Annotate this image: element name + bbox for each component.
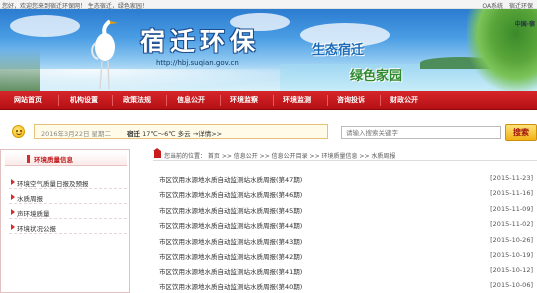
slogan-green-home: 绿色家园: [350, 69, 403, 84]
news-title[interactable]: 市区饮用水源地水质自动监测站水质周报(第42期): [159, 251, 302, 261]
smiley-icon: [12, 125, 25, 138]
weather-text: 17℃～6℃ 多云: [142, 130, 191, 138]
sidebar-item-bulletin[interactable]: 环境状况公报: [9, 222, 127, 234]
list-item[interactable]: 市区饮用水源地水质自动监测站水质周报(第47期) [2015-11-23]: [153, 169, 537, 185]
list-item[interactable]: 市区饮用水源地水质自动监测站水质周报(第46期) [2015-11-16]: [153, 184, 537, 200]
nav-item-complaint[interactable]: 咨询投诉: [337, 91, 365, 110]
list-item[interactable]: 市区饮用水源地水质自动监测站水质周报(第42期) [2015-10-19]: [153, 246, 537, 262]
main-content: 您当前的位置： 首页 >> 信息公开 >> 信息公开目录 >> 环境质量信息 >…: [153, 148, 537, 293]
nav-separator: [380, 95, 381, 106]
news-title[interactable]: 市区饮用水源地水质自动监测站水质周报(第45期): [159, 205, 302, 215]
nav-item-home[interactable]: 网站首页: [14, 91, 42, 110]
weather-info: 宿迁 17℃～6℃ 多云 →详情>>: [127, 128, 222, 138]
nav-item-supervision[interactable]: 环境监察: [230, 91, 258, 110]
nav-item-info-public[interactable]: 信息公开: [177, 91, 205, 110]
news-title[interactable]: 市区饮用水源地水质自动监测站水质周报(第43期): [159, 236, 302, 246]
grass-decoration: [0, 49, 40, 91]
wave-decoration: [0, 69, 300, 91]
news-date: [2015-11-02]: [490, 220, 533, 228]
list-item[interactable]: 市区饮用水源地水质自动监测站水质周报(第44期) [2015-11-02]: [153, 215, 537, 231]
site-logo-title[interactable]: 宿迁环保: [140, 22, 260, 58]
news-date: [2015-10-26]: [490, 236, 533, 244]
sidebar-item-air-quality[interactable]: 环境空气质量日报及预报: [9, 177, 127, 189]
heron-icon: [91, 19, 118, 90]
nav-item-monitoring[interactable]: 环境监测: [283, 91, 311, 110]
nav-separator: [112, 95, 113, 106]
site-banner: 宿迁环保 http://hbj.suqian.gov.cn 生态宿迁 绿色家园 …: [0, 9, 537, 91]
search-button[interactable]: 搜索: [505, 124, 537, 141]
nav-separator: [58, 95, 59, 106]
news-date: [2015-10-12]: [490, 266, 533, 274]
cloud-decoration: [10, 15, 80, 37]
nav-separator: [166, 95, 167, 106]
breadcrumb: 您当前的位置： 首页 >> 信息公开 >> 信息公开目录 >> 环境质量信息 >…: [153, 148, 537, 161]
list-item[interactable]: 市区饮用水源地水质自动监测站水质周报(第40期) [2015-10-06]: [153, 276, 537, 292]
arrow-right-icon: [11, 224, 15, 230]
news-title[interactable]: 市区饮用水源地水质自动监测站水质周报(第41期): [159, 266, 302, 276]
arrow-right-icon: [11, 209, 15, 215]
arrow-right-icon: [11, 179, 15, 185]
sidebar-item-water-weekly[interactable]: 水质周报: [9, 192, 127, 204]
nav-item-policy[interactable]: 政策法规: [123, 91, 151, 110]
news-date: [2015-11-09]: [490, 205, 533, 213]
sidebar-item-label: 水质周报: [17, 195, 43, 203]
home-icon: [153, 148, 161, 158]
title-bar-icon: [27, 155, 30, 163]
current-date: 2016年3月22日 星期二: [41, 130, 112, 138]
list-item[interactable]: 市区饮用水源地水质自动监测站水质周报(第43期) [2015-10-26]: [153, 231, 537, 247]
news-title[interactable]: 市区饮用水源地水质自动监测站水质周报(第47期): [159, 174, 302, 184]
news-title[interactable]: 市区饮用水源地水质自动监测站水质周报(第46期): [159, 189, 302, 199]
arrow-right-icon: [11, 194, 15, 200]
news-title[interactable]: 市区饮用水源地水质自动监测站水质周报(第40期): [159, 281, 302, 291]
sidebar-item-label: 环境状况公报: [17, 225, 56, 233]
nav-item-organization[interactable]: 机构设置: [70, 91, 98, 110]
site-url: http://hbj.suqian.gov.cn: [156, 59, 239, 67]
nav-separator: [327, 95, 328, 106]
top-bar: 您好，欢迎您来到宿迁环保网！ 生态宿迁，绿色家园！ OA系统 宿迁环保: [0, 0, 537, 10]
search-input[interactable]: [342, 127, 500, 138]
list-item[interactable]: 市区饮用水源地水质自动监测站水质周报(第45期) [2015-11-09]: [153, 200, 537, 216]
sidebar-header: 环境质量信息: [5, 152, 127, 166]
news-date: [2015-11-23]: [490, 174, 533, 182]
list-item[interactable]: 市区饮用水源地水质自动监测站水质周报(第41期) [2015-10-12]: [153, 261, 537, 277]
banner-corner-text: 中国·宿: [514, 21, 535, 28]
news-date: [2015-10-19]: [490, 251, 533, 259]
news-date: [2015-11-16]: [490, 189, 533, 197]
search-box: [341, 126, 501, 139]
sidebar-item-noise[interactable]: 声环境质量: [9, 207, 127, 219]
main-nav: 网站首页 机构设置 政策法规 信息公开 环境监察 环境监测 咨询投诉 财政公开: [0, 91, 537, 110]
sidebar-item-label: 环境空气质量日报及预报: [17, 180, 89, 188]
nav-separator: [220, 95, 221, 106]
slogan-ecological: 生态宿迁: [312, 43, 365, 58]
date-weather-box: 2016年3月22日 星期二 宿迁 17℃～6℃ 多云 →详情>>: [34, 124, 328, 139]
news-date: [2015-10-06]: [490, 281, 533, 289]
breadcrumb-text: 您当前的位置： 首页 >> 信息公开 >> 信息公开目录 >> 环境质量信息 >…: [164, 153, 396, 160]
sidebar-item-label: 声环境质量: [17, 210, 50, 218]
sidebar-title: 环境质量信息: [34, 156, 73, 164]
sidebar: 环境质量信息 环境空气质量日报及预报 水质周报 声环境质量 环境状况公报: [0, 149, 130, 293]
weather-detail-link[interactable]: →详情>>: [193, 130, 222, 138]
nav-separator: [273, 95, 274, 106]
weather-city: 宿迁: [127, 130, 140, 138]
nav-item-finance[interactable]: 财政公开: [390, 91, 418, 110]
news-title[interactable]: 市区饮用水源地水质自动监测站水质周报(第44期): [159, 220, 302, 230]
